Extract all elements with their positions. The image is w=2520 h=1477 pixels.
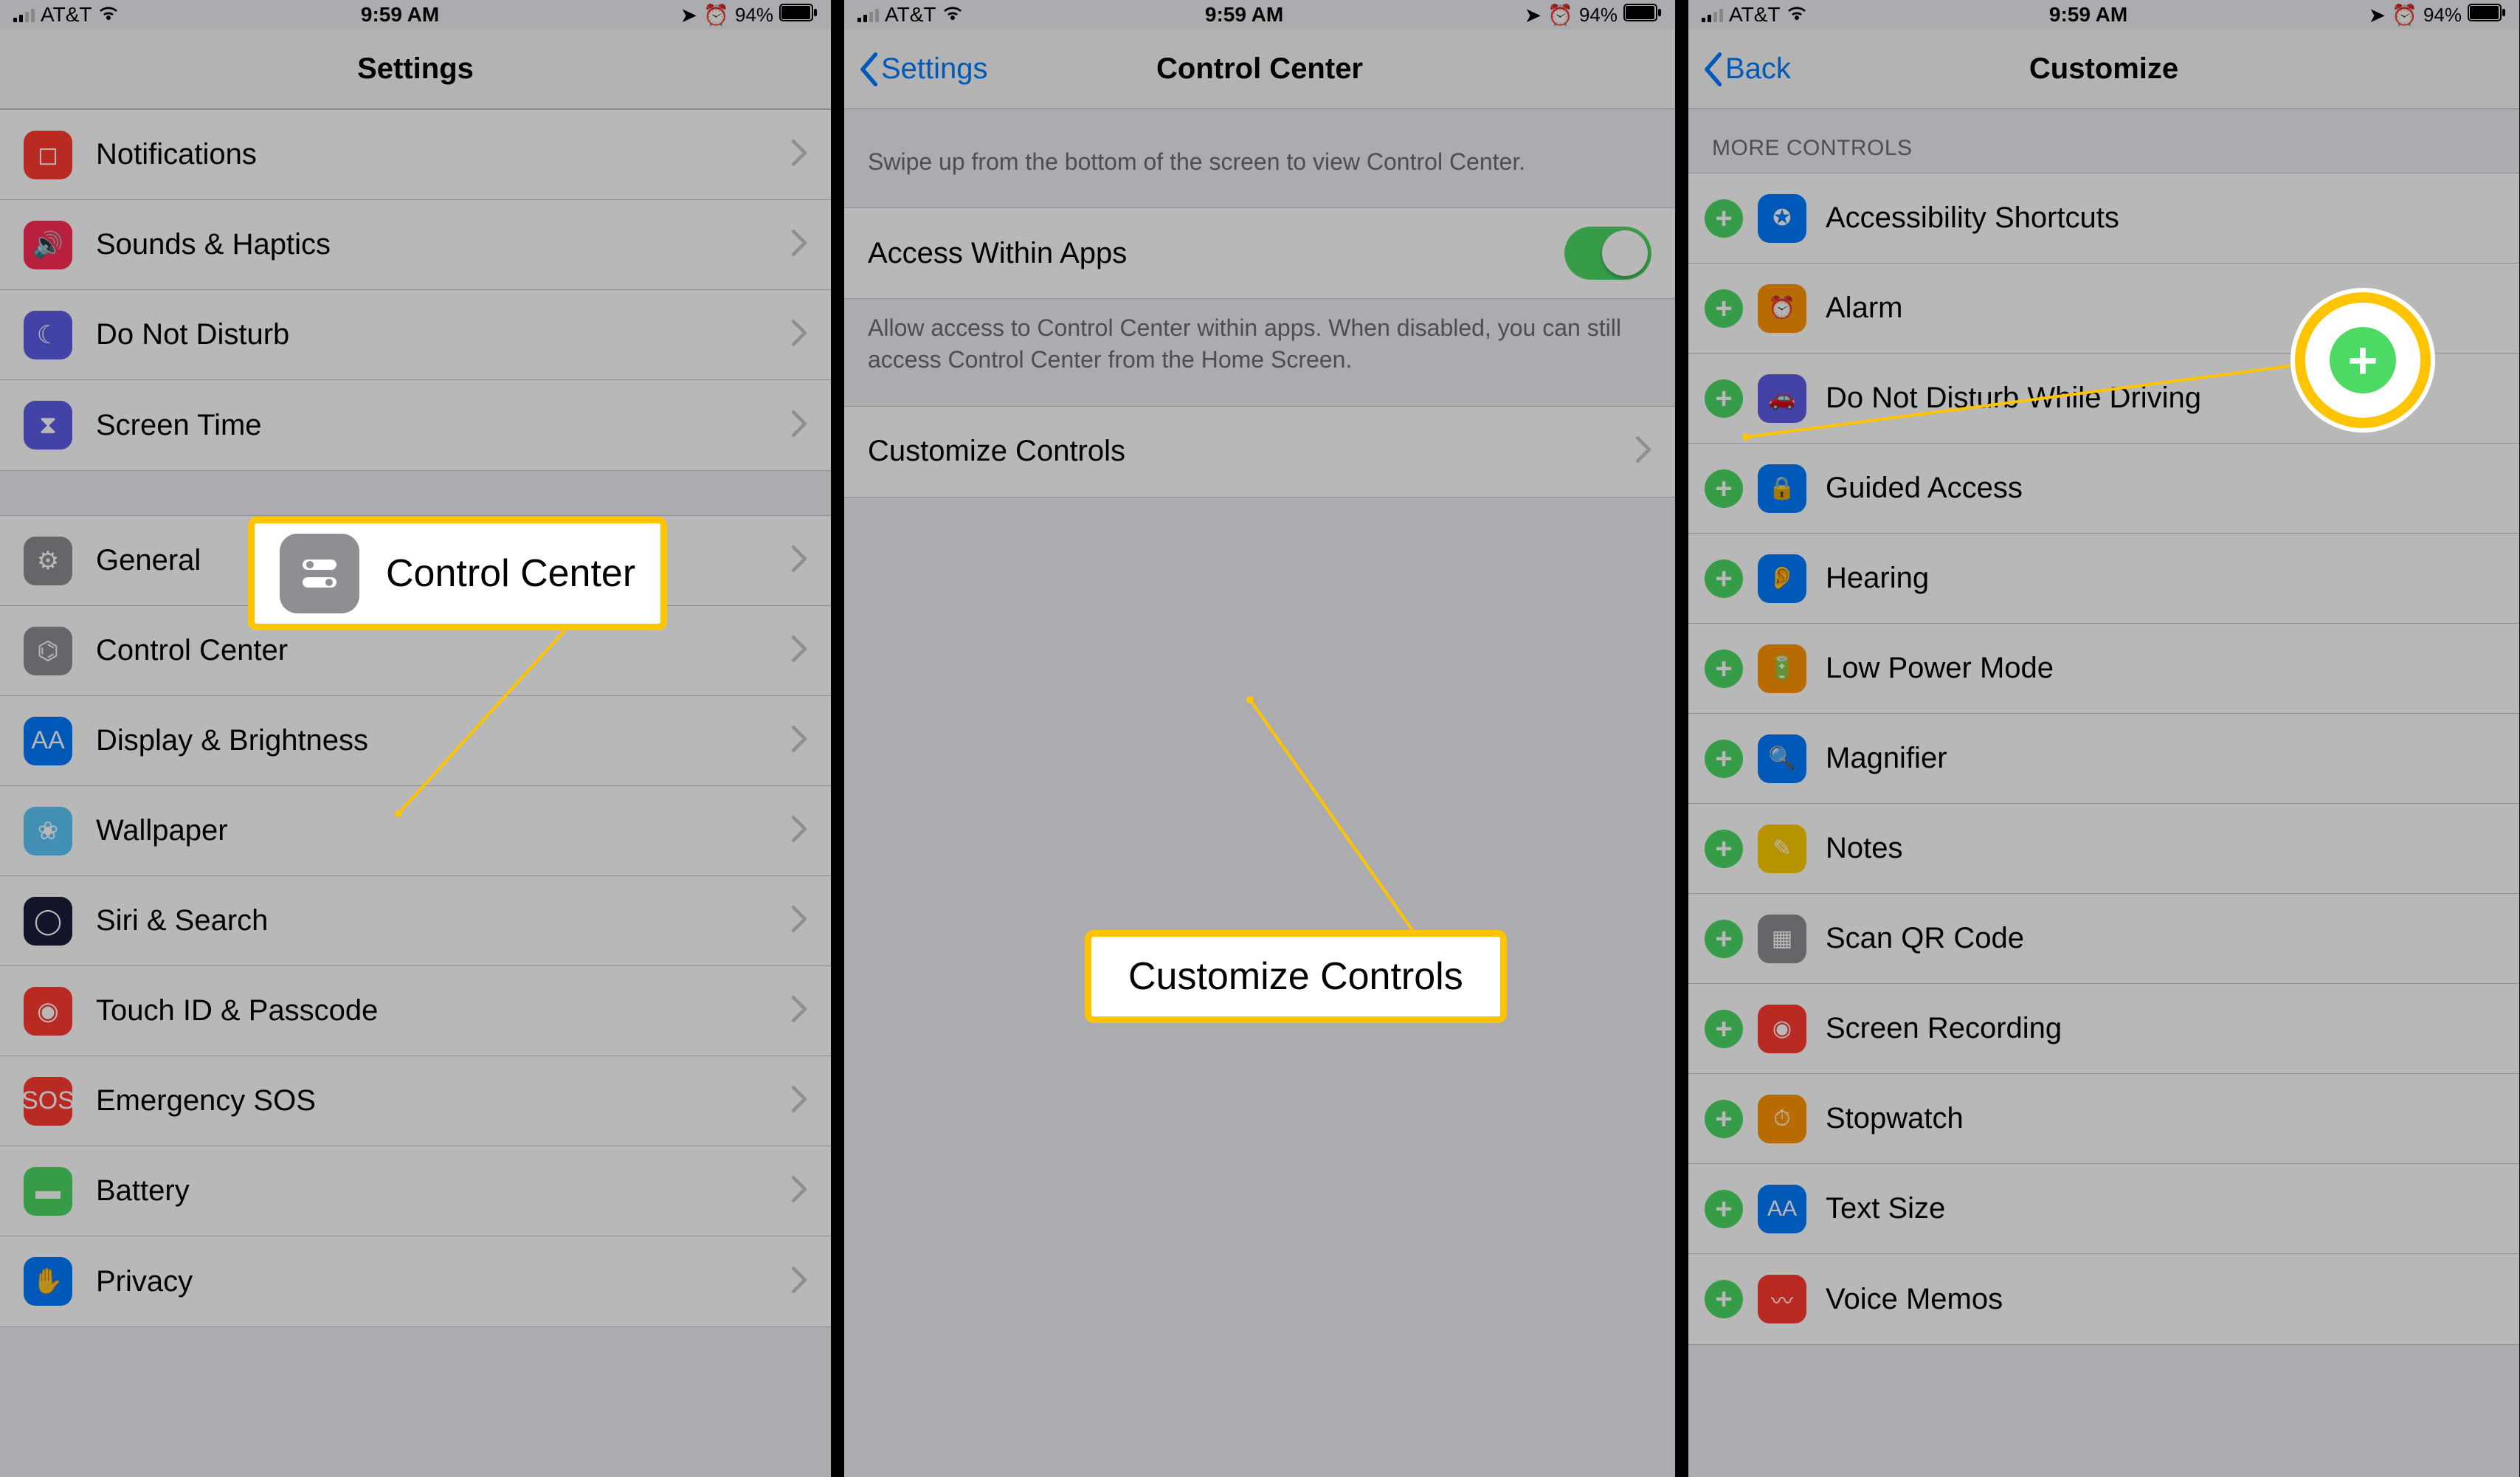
callout-add-button: + [2295,292,2431,428]
plus-icon: + [2330,327,2396,393]
control-center-icon [280,534,359,613]
callout-customize-controls: Customize Controls [1085,930,1507,1023]
callout-label: Customize Controls [1128,954,1463,999]
callout-control-center: Control Center [248,517,667,630]
screen-settings: AT&T 9:59 AM ➤ ⏰ 94% Settings ◻Notificat… [0,0,831,1477]
screen-customize: AT&T 9:59 AM ➤ ⏰ 94% Back Customize MORE… [1688,0,2519,1477]
callout-label: Control Center [386,551,635,596]
screen-control-center: AT&T 9:59 AM ➤ ⏰ 94% Settings Control Ce… [844,0,1675,1477]
